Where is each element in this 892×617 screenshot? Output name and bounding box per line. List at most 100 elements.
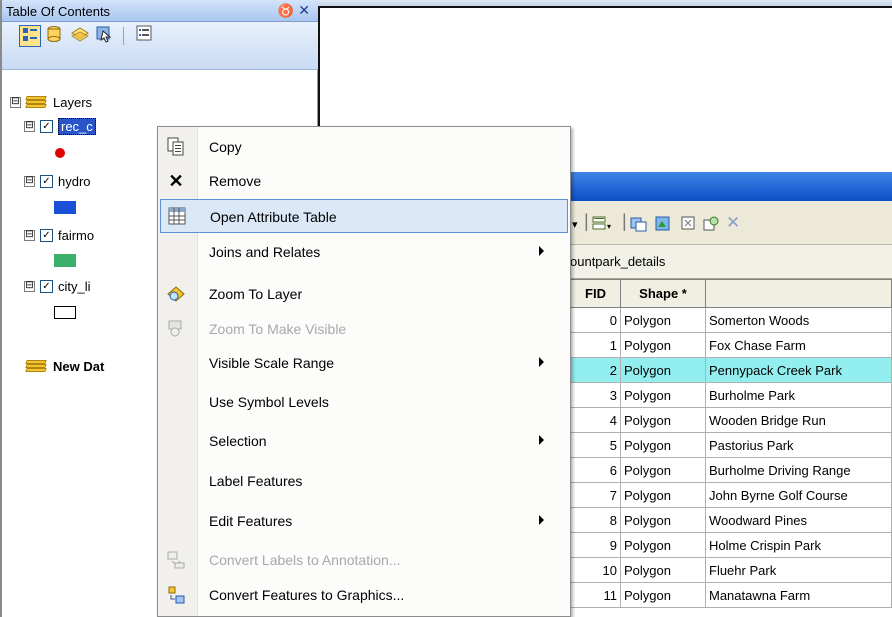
cell-fid[interactable]: 0 <box>570 307 621 333</box>
table-row[interactable]: 7 Polygon John Byrne Golf Course <box>570 482 892 508</box>
layer-name[interactable]: hydro <box>58 174 91 189</box>
menu-item-label-features[interactable]: Label Features <box>160 464 568 498</box>
attribute-table-title-bar[interactable] <box>570 172 892 201</box>
layer-row-fairmount[interactable]: ⊟ ✓ fairmo <box>24 226 94 244</box>
cell-name[interactable]: Wooden Bridge Run <box>705 407 892 433</box>
column-header-name[interactable] <box>705 279 892 308</box>
related-tables-icon[interactable]: ▾ <box>592 215 614 237</box>
table-row[interactable]: 0 Polygon Somerton Woods <box>570 307 892 333</box>
cell-shape[interactable]: Polygon <box>620 382 706 408</box>
list-by-source-icon[interactable] <box>43 25 65 47</box>
cell-fid[interactable]: 7 <box>570 482 621 508</box>
cell-shape[interactable]: Polygon <box>620 407 706 433</box>
menu-item-zoom-to-layer[interactable]: Zoom To Layer <box>160 277 568 311</box>
cell-name[interactable]: Holme Crispin Park <box>705 532 892 558</box>
options-icon[interactable] <box>133 25 155 47</box>
menu-item-convert-labels-to-annotation[interactable]: Convert Labels to Annotation... <box>160 543 568 577</box>
layer-name[interactable]: city_li <box>58 279 91 294</box>
layer-name[interactable]: fairmo <box>58 228 94 243</box>
cell-fid[interactable]: 3 <box>570 382 621 408</box>
cell-shape[interactable]: Polygon <box>620 307 706 333</box>
table-row[interactable]: 10 Polygon Fluehr Park <box>570 557 892 583</box>
layer-visibility-checkbox[interactable]: ✓ <box>40 228 53 242</box>
table-row[interactable]: 3 Polygon Burholme Park <box>570 382 892 408</box>
delete-selected-icon[interactable]: ✕ <box>726 213 740 233</box>
table-row[interactable]: 9 Polygon Holme Crispin Park <box>570 532 892 558</box>
close-icon[interactable]: ✕ <box>298 2 310 19</box>
layers-root[interactable]: ⊟ Layers <box>10 93 92 111</box>
menu-item-copy[interactable]: Copy <box>160 130 568 164</box>
menu-item-remove[interactable]: ✕ Remove <box>160 164 568 198</box>
cell-name[interactable]: Fox Chase Farm <box>705 332 892 358</box>
table-row[interactable]: 4 Polygon Wooden Bridge Run <box>570 407 892 433</box>
cell-shape[interactable]: Polygon <box>620 482 706 508</box>
cell-name[interactable]: Pennypack Creek Park <box>705 357 892 383</box>
cell-name[interactable]: Somerton Woods <box>705 307 892 333</box>
layer-row-hydro[interactable]: ⊟ ✓ hydro <box>24 172 91 190</box>
cell-fid[interactable]: 10 <box>570 557 621 583</box>
cell-name[interactable]: Manatawna Farm <box>705 582 892 608</box>
layer-visibility-checkbox[interactable]: ✓ <box>40 174 53 188</box>
attribute-table-tab[interactable]: ountpark_details <box>570 245 892 279</box>
chevron-down-icon[interactable]: ▾ <box>572 218 578 231</box>
menu-item-selection[interactable]: Selection <box>160 424 568 458</box>
layer-visibility-checkbox[interactable]: ✓ <box>40 279 53 293</box>
list-by-selection-icon[interactable] <box>93 25 115 47</box>
cell-shape[interactable]: Polygon <box>620 532 706 558</box>
zoom-to-selected-icon[interactable] <box>702 215 720 237</box>
list-by-visibility-icon[interactable] <box>69 25 91 47</box>
collapse-icon[interactable]: ⊟ <box>24 280 35 292</box>
layer-row-city-limits[interactable]: ⊟ ✓ city_li <box>24 277 91 295</box>
cell-name[interactable]: Fluehr Park <box>705 557 892 583</box>
cell-shape[interactable]: Polygon <box>620 582 706 608</box>
table-row[interactable]: 8 Polygon Woodward Pines <box>570 507 892 533</box>
clear-selection-icon[interactable] <box>680 215 696 235</box>
collapse-icon[interactable]: ⊟ <box>24 175 35 187</box>
cell-fid[interactable]: 4 <box>570 407 621 433</box>
cell-shape[interactable]: Polygon <box>620 357 706 383</box>
cell-name[interactable]: Burholme Driving Range <box>705 457 892 483</box>
cell-fid[interactable]: 2 <box>570 357 621 383</box>
table-row[interactable]: 2 Polygon Pennypack Creek Park <box>570 357 892 383</box>
layer-name[interactable]: rec_c <box>58 117 96 135</box>
collapse-icon[interactable]: ⊟ <box>10 96 21 108</box>
layer-visibility-checkbox[interactable]: ✓ <box>40 119 53 133</box>
collapse-icon[interactable]: ⊟ <box>24 229 35 241</box>
cell-name[interactable]: Burholme Park <box>705 382 892 408</box>
switch-selection-icon[interactable] <box>654 215 672 237</box>
data-frame-new[interactable]: New Dat <box>25 357 104 375</box>
cell-shape[interactable]: Polygon <box>620 457 706 483</box>
cell-fid[interactable]: 1 <box>570 332 621 358</box>
cell-fid[interactable]: 11 <box>570 582 621 608</box>
table-row[interactable]: 1 Polygon Fox Chase Farm <box>570 332 892 358</box>
column-header-shape[interactable]: Shape * <box>620 279 706 308</box>
menu-item-visible-scale-range[interactable]: Visible Scale Range <box>160 346 568 380</box>
cell-shape[interactable]: Polygon <box>620 557 706 583</box>
menu-item-joins-and-relates[interactable]: Joins and Relates <box>160 235 568 269</box>
menu-item-label: Copy <box>209 139 242 155</box>
table-row[interactable]: 5 Polygon Pastorius Park <box>570 432 892 458</box>
cell-fid[interactable]: 9 <box>570 532 621 558</box>
menu-item-zoom-to-make-visible[interactable]: Zoom To Make Visible <box>160 312 568 346</box>
cell-shape[interactable]: Polygon <box>620 332 706 358</box>
menu-item-open-attribute-table[interactable]: Open Attribute Table <box>160 199 568 233</box>
collapse-icon[interactable]: ⊟ <box>24 120 35 132</box>
cell-shape[interactable]: Polygon <box>620 507 706 533</box>
menu-item-edit-features[interactable]: Edit Features <box>160 504 568 538</box>
pin-icon[interactable]: ♉ <box>278 3 294 19</box>
menu-item-convert-features-to-graphics[interactable]: Convert Features to Graphics... <box>160 578 568 612</box>
cell-fid[interactable]: 5 <box>570 432 621 458</box>
cell-fid[interactable]: 8 <box>570 507 621 533</box>
cell-name[interactable]: John Byrne Golf Course <box>705 482 892 508</box>
column-header-fid[interactable]: FID <box>570 279 621 308</box>
cell-shape[interactable]: Polygon <box>620 432 706 458</box>
menu-item-use-symbol-levels[interactable]: Use Symbol Levels <box>160 385 568 419</box>
table-row[interactable]: 11 Polygon Manatawna Farm <box>570 582 892 608</box>
cell-name[interactable]: Woodward Pines <box>705 507 892 533</box>
list-by-drawing-order-icon[interactable] <box>19 25 41 47</box>
cell-name[interactable]: Pastorius Park <box>705 432 892 458</box>
layer-row-rec[interactable]: ⊟ ✓ rec_c <box>24 117 96 135</box>
select-by-attributes-icon[interactable] <box>630 215 648 237</box>
cell-fid[interactable]: 6 <box>570 457 621 483</box>
table-row[interactable]: 6 Polygon Burholme Driving Range <box>570 457 892 483</box>
